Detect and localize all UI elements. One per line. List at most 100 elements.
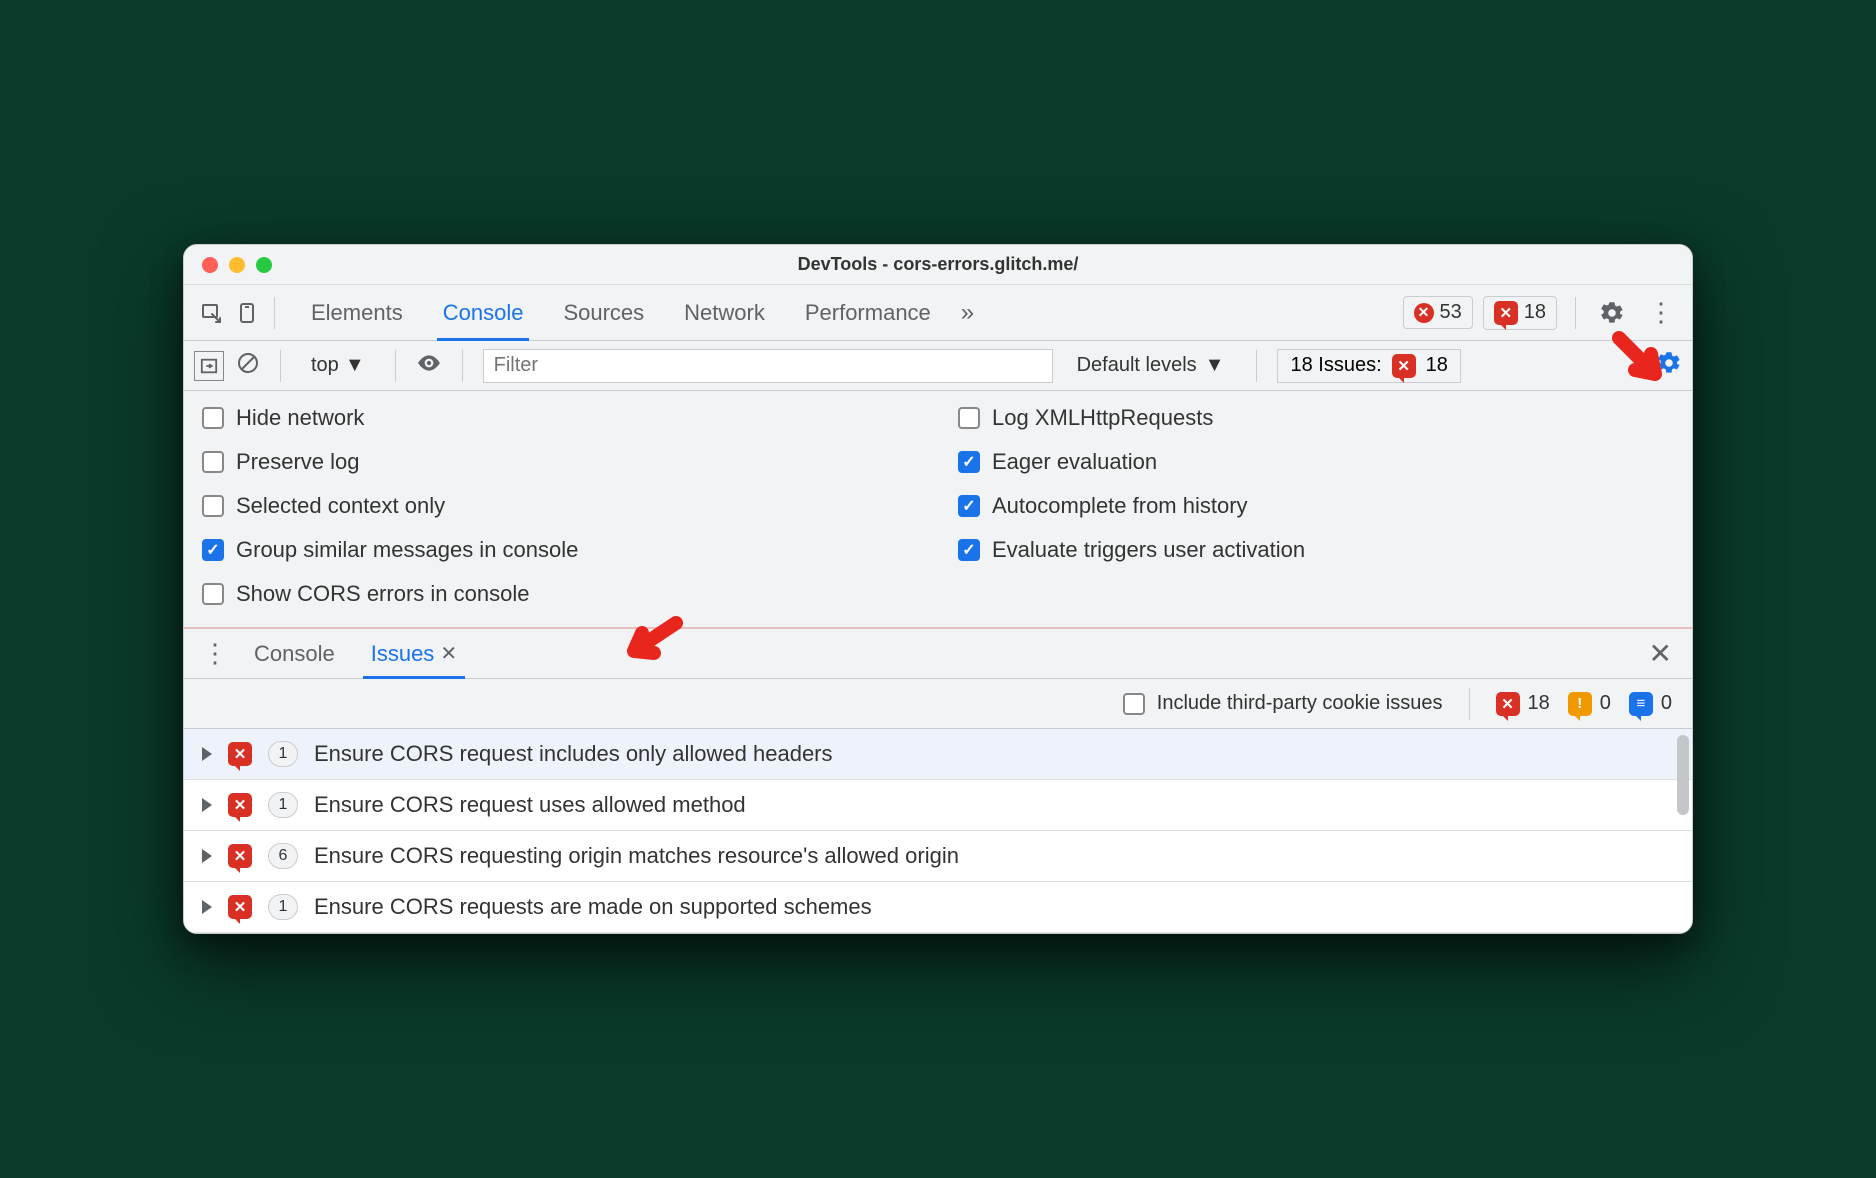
setting-group-similar[interactable]: ✓ Group similar messages in console (202, 537, 918, 563)
include-third-party-toggle[interactable]: Include third-party cookie issues (1123, 692, 1443, 715)
issue-row[interactable]: ✕ 1 Ensure CORS requests are made on sup… (184, 882, 1692, 933)
console-toolbar: top ▼ Default levels ▼ 18 Issues: ✕ 18 (184, 341, 1692, 391)
toolbar-right: ✕ 53 ✕ 18 ⋮ (1403, 295, 1683, 331)
issue-icon: ✕ (1496, 692, 1520, 716)
tab-label: Issues (371, 641, 435, 667)
checkbox[interactable] (202, 583, 224, 605)
checkbox[interactable]: ✓ (958, 539, 980, 561)
disclosure-triangle-icon[interactable] (202, 849, 212, 863)
error-issues-count[interactable]: ✕ 18 (1496, 692, 1550, 716)
issue-icon: ✕ (1494, 301, 1518, 325)
annotation-arrow-icon (624, 615, 684, 670)
settings-left-column: Hide network Preserve log Selected conte… (202, 405, 918, 607)
divider (1575, 297, 1576, 329)
main-toolbar: Elements Console Sources Network Perform… (184, 285, 1692, 341)
setting-label: Group similar messages in console (236, 537, 578, 563)
drawer-tab-console[interactable]: Console (236, 629, 353, 679)
checkbox[interactable] (202, 451, 224, 473)
include-third-party-label: Include third-party cookie issues (1157, 692, 1443, 715)
drawer-tabs: ⋮ Console Issues ✕ ✕ (184, 629, 1692, 679)
drawer-more-icon[interactable]: ⋮ (194, 638, 236, 669)
disclosure-triangle-icon[interactable] (202, 900, 212, 914)
setting-autocomplete-history[interactable]: ✓Autocomplete from history (958, 493, 1674, 519)
setting-log-xhr[interactable]: Log XMLHttpRequests (958, 405, 1674, 431)
close-drawer-icon[interactable]: ✕ (1639, 637, 1682, 670)
issue-title: Ensure CORS request includes only allowe… (314, 741, 833, 767)
issues-label: 18 Issues: (1290, 354, 1381, 377)
scrollbar[interactable] (1677, 735, 1689, 815)
tab-network[interactable]: Network (664, 285, 785, 341)
issue-count: 18 (1524, 301, 1546, 324)
divider (395, 350, 396, 382)
live-expression-icon[interactable] (416, 350, 442, 381)
issue-count-pill: 1 (268, 741, 298, 767)
checkbox[interactable] (1123, 693, 1145, 715)
chevron-down-icon: ▼ (1205, 354, 1225, 377)
error-count-badge[interactable]: ✕ 53 (1403, 296, 1473, 329)
warning-icon: ! (1568, 692, 1592, 716)
setting-label: Evaluate triggers user activation (992, 537, 1305, 563)
issue-row[interactable]: ✕ 1 Ensure CORS request uses allowed met… (184, 780, 1692, 831)
issue-title: Ensure CORS requesting origin matches re… (314, 843, 959, 869)
inspect-element-icon[interactable] (194, 295, 230, 331)
issues-count: 18 (1426, 354, 1448, 377)
filter-input[interactable] (483, 349, 1053, 383)
setting-selected-context[interactable]: Selected context only (202, 493, 918, 519)
close-tab-icon[interactable]: ✕ (440, 641, 457, 666)
checkbox[interactable]: ✓ (958, 451, 980, 473)
divider (274, 297, 275, 329)
divider (1256, 350, 1257, 382)
issue-row[interactable]: ✕ 6 Ensure CORS requesting origin matche… (184, 831, 1692, 882)
titlebar: DevTools - cors-errors.glitch.me/ (184, 245, 1692, 285)
context-label: top (311, 354, 339, 377)
log-levels-selector[interactable]: Default levels ▼ (1065, 354, 1237, 377)
issue-count-pill: 6 (268, 843, 298, 869)
checkbox[interactable]: ✓ (958, 495, 980, 517)
issues-summary[interactable]: 18 Issues: ✕ 18 (1277, 349, 1460, 383)
setting-user-activation[interactable]: ✓ Evaluate triggers user activation (958, 537, 1674, 563)
setting-preserve-log[interactable]: Preserve log (202, 449, 918, 475)
disclosure-triangle-icon[interactable] (202, 798, 212, 812)
more-options-icon[interactable]: ⋮ (1640, 297, 1682, 328)
more-tabs-icon[interactable]: » (961, 299, 974, 327)
settings-right-column: Log XMLHttpRequests ✓ Eager evaluation ✓A… (958, 405, 1674, 607)
setting-label: Show CORS errors in console (236, 581, 529, 607)
issue-row[interactable]: ✕ 1 Ensure CORS request includes only al… (184, 729, 1692, 780)
info-icon: ≡ (1629, 692, 1653, 716)
checkbox[interactable] (202, 495, 224, 517)
setting-label: Hide network (236, 405, 364, 431)
tab-performance[interactable]: Performance (785, 285, 951, 341)
count: 18 (1528, 692, 1550, 715)
tab-elements[interactable]: Elements (291, 285, 423, 341)
setting-label: Preserve log (236, 449, 360, 475)
tab-sources[interactable]: Sources (543, 285, 664, 341)
checkbox[interactable] (958, 407, 980, 429)
settings-gear-icon[interactable] (1594, 295, 1630, 331)
issue-icon: ✕ (228, 793, 252, 817)
show-console-sidebar-icon[interactable] (194, 351, 224, 381)
checkbox[interactable] (202, 407, 224, 429)
setting-show-cors[interactable]: Show CORS errors in console (202, 581, 918, 607)
issue-count-badge[interactable]: ✕ 18 (1483, 296, 1557, 330)
setting-hide-network[interactable]: Hide network (202, 405, 918, 431)
window-title: DevTools - cors-errors.glitch.me/ (184, 254, 1692, 275)
divider (1469, 688, 1470, 720)
issue-icon: ✕ (228, 844, 252, 868)
drawer-tab-issues[interactable]: Issues ✕ (353, 629, 475, 679)
context-selector[interactable]: top ▼ (301, 351, 375, 380)
setting-eager-eval[interactable]: ✓ Eager evaluation (958, 449, 1674, 475)
device-toggle-icon[interactable] (230, 295, 266, 331)
tab-console[interactable]: Console (423, 285, 544, 341)
issues-list: ✕ 1 Ensure CORS request includes only al… (184, 729, 1692, 933)
info-issues-count[interactable]: ≡0 (1629, 692, 1672, 716)
console-settings-panel: Hide network Preserve log Selected conte… (184, 391, 1692, 629)
warning-issues-count[interactable]: !0 (1568, 692, 1611, 716)
disclosure-triangle-icon[interactable] (202, 747, 212, 761)
checkbox[interactable]: ✓ (202, 539, 224, 561)
divider (280, 350, 281, 382)
setting-label: Eager evaluation (992, 449, 1157, 475)
issue-icon: ✕ (1392, 354, 1416, 378)
panel-tabs: Elements Console Sources Network Perform… (291, 285, 974, 341)
clear-console-icon[interactable] (236, 351, 260, 380)
setting-label: Selected context only (236, 493, 445, 519)
